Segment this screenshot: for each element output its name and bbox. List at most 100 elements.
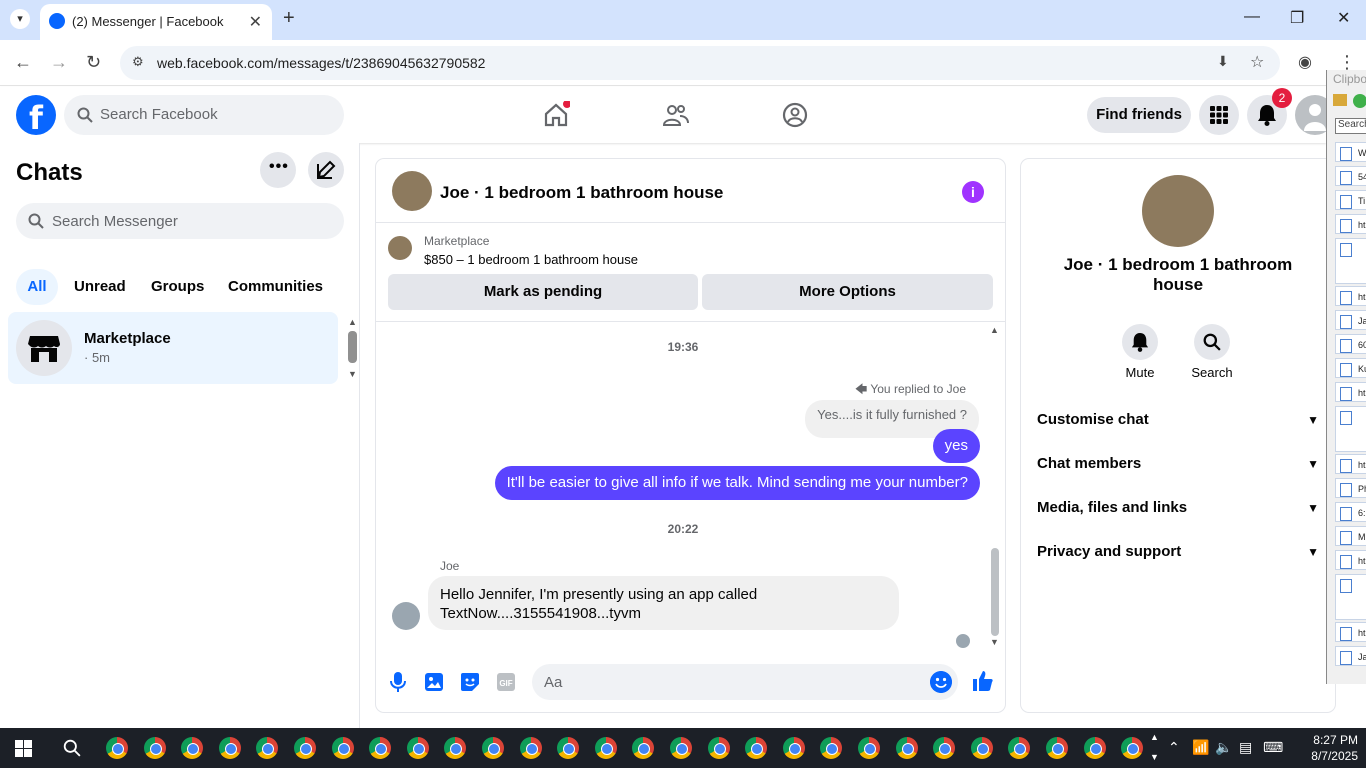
url-text[interactable]: web.facebook.com/messages/t/238690456327… bbox=[157, 55, 485, 71]
clipboard-item[interactable]: ht bbox=[1335, 286, 1366, 306]
bookmark-star-icon[interactable]: ☆ bbox=[1250, 52, 1264, 72]
microphone-icon[interactable] bbox=[390, 671, 406, 693]
friends-icon[interactable] bbox=[662, 101, 690, 129]
browser-tab-messenger[interactable]: (2) Messenger | Facebook ✕ bbox=[40, 4, 272, 40]
clipboard-item[interactable]: M bbox=[1335, 526, 1366, 546]
tray-scroll-down-icon[interactable]: ▼ bbox=[1150, 752, 1159, 762]
mark-as-pending-button[interactable]: Mark as pending bbox=[388, 274, 698, 310]
outgoing-message[interactable]: It'll be easier to give all info if we t… bbox=[494, 466, 980, 500]
chat-info-avatar[interactable] bbox=[1142, 175, 1214, 247]
address-bar[interactable]: ⚙ web.facebook.com/messages/t/2386904563… bbox=[120, 46, 1280, 80]
facebook-search-input[interactable]: Search Facebook bbox=[64, 95, 344, 135]
clipboard-item[interactable]: Ku bbox=[1335, 358, 1366, 378]
more-options-button[interactable]: More Options bbox=[702, 274, 993, 310]
filter-tab-groups[interactable]: Groups bbox=[151, 269, 204, 305]
taskbar-chrome-icon[interactable] bbox=[294, 737, 316, 759]
listing-thumbnail[interactable] bbox=[388, 236, 412, 260]
scroll-up-arrow-icon[interactable]: ▲ bbox=[348, 317, 357, 327]
taskbar-chrome-icon[interactable] bbox=[632, 737, 655, 759]
gif-icon[interactable]: GIF bbox=[496, 672, 516, 692]
chat-list-item[interactable]: Marketplace · 5m bbox=[8, 312, 338, 384]
reload-icon[interactable]: ↻ bbox=[86, 52, 101, 73]
taskbar-chrome-icon[interactable] bbox=[181, 737, 204, 759]
back-icon[interactable]: ← bbox=[14, 52, 32, 73]
clipboard-item[interactable]: Ph bbox=[1335, 478, 1366, 498]
photo-icon[interactable] bbox=[424, 672, 444, 692]
conversation-scrollbar-thumb[interactable] bbox=[991, 548, 999, 636]
outgoing-message[interactable]: yes bbox=[932, 429, 980, 463]
messenger-search-input[interactable]: Search Messenger bbox=[16, 203, 344, 239]
filter-tab-unread[interactable]: Unread bbox=[74, 269, 126, 305]
taskbar-chrome-icon[interactable] bbox=[444, 737, 467, 759]
new-tab-icon[interactable]: + bbox=[283, 7, 295, 30]
clipboard-item[interactable]: ht bbox=[1335, 622, 1366, 642]
taskbar-chrome-icon[interactable] bbox=[820, 737, 843, 759]
conversation-avatar[interactable] bbox=[392, 171, 432, 211]
customise-chat-section[interactable]: Customise chat ▼ bbox=[1037, 406, 1319, 434]
menu-grid-button[interactable] bbox=[1199, 95, 1239, 135]
clipboard-item[interactable]: ht bbox=[1335, 550, 1366, 570]
clipboard-item[interactable]: 54 bbox=[1335, 166, 1366, 186]
taskbar-chrome-icon[interactable] bbox=[218, 737, 241, 759]
clipboard-item[interactable]: Ja bbox=[1335, 310, 1366, 330]
search-in-chat-button[interactable] bbox=[1194, 324, 1230, 360]
close-tab-icon[interactable]: ✕ bbox=[249, 12, 262, 32]
chats-options-button[interactable]: ••• bbox=[260, 152, 296, 188]
keyboard-icon[interactable]: ⌨ bbox=[1263, 739, 1283, 756]
clipboard-item[interactable]: 60 bbox=[1335, 334, 1366, 354]
emoji-icon[interactable] bbox=[930, 671, 952, 693]
profile-icon[interactable]: ◉ bbox=[1298, 52, 1312, 72]
taskbar-chrome-icon[interactable] bbox=[933, 737, 956, 759]
taskbar-chrome-icon[interactable] bbox=[256, 737, 279, 759]
scroll-down-arrow-icon[interactable]: ▼ bbox=[990, 637, 999, 647]
tray-scroll-up-icon[interactable]: ▲ bbox=[1150, 732, 1159, 742]
tab-search-chevron-icon[interactable]: ▾ bbox=[10, 9, 30, 29]
mute-button[interactable] bbox=[1122, 324, 1158, 360]
facebook-logo-icon[interactable]: f bbox=[16, 95, 56, 135]
taskbar-chrome-icon[interactable] bbox=[1083, 737, 1106, 759]
taskbar-chrome-icon[interactable] bbox=[106, 737, 128, 759]
taskbar-chrome-icon[interactable] bbox=[670, 737, 692, 759]
clipboard-item[interactable]: ht bbox=[1335, 382, 1366, 402]
minimize-icon[interactable]: — bbox=[1244, 8, 1260, 26]
scroll-down-arrow-icon[interactable]: ▼ bbox=[348, 369, 357, 379]
volume-icon[interactable]: 🔈 bbox=[1215, 739, 1232, 756]
clipboard-item[interactable]: 6: bbox=[1335, 502, 1366, 522]
taskbar-chrome-icon[interactable] bbox=[143, 737, 166, 759]
clipboard-item[interactable]: Ja bbox=[1335, 646, 1366, 666]
filter-tab-all[interactable]: All bbox=[16, 269, 58, 305]
clipboard-item[interactable]: ht bbox=[1335, 454, 1366, 474]
chat-members-section[interactable]: Chat members ▼ bbox=[1037, 450, 1319, 478]
privacy-support-section[interactable]: Privacy and support ▼ bbox=[1037, 538, 1319, 566]
taskbar-search-icon[interactable] bbox=[63, 739, 81, 757]
clipboard-item[interactable]: Ti bbox=[1335, 190, 1366, 210]
taskbar-chrome-icon[interactable] bbox=[331, 737, 354, 759]
taskbar-chrome-icon[interactable] bbox=[369, 737, 392, 759]
forward-icon[interactable]: → bbox=[50, 52, 68, 73]
taskbar-chrome-icon[interactable] bbox=[1121, 737, 1144, 759]
close-window-icon[interactable]: ✕ bbox=[1337, 8, 1350, 28]
clipboard-item[interactable]: W bbox=[1335, 142, 1366, 162]
windows-start-icon[interactable] bbox=[15, 740, 32, 757]
home-icon[interactable] bbox=[542, 101, 570, 129]
taskbar-chrome-icon[interactable] bbox=[594, 737, 617, 759]
incoming-message[interactable]: Hello Jennifer, I'm presently using an a… bbox=[428, 576, 899, 630]
taskbar-clock[interactable]: 8:27 PM 8/7/2025 bbox=[1304, 732, 1358, 764]
conversation-title[interactable]: Joe · 1 bedroom 1 bathroom house bbox=[440, 183, 723, 203]
taskbar-chrome-icon[interactable] bbox=[707, 737, 730, 759]
sticker-icon[interactable] bbox=[460, 672, 480, 692]
scroll-up-arrow-icon[interactable]: ▲ bbox=[990, 325, 999, 335]
info-icon[interactable]: i bbox=[962, 181, 984, 203]
taskbar-chrome-icon[interactable] bbox=[1046, 737, 1068, 759]
clipboard-item[interactable] bbox=[1335, 574, 1366, 620]
find-friends-button[interactable]: Find friends bbox=[1087, 97, 1191, 133]
taskbar-chrome-icon[interactable] bbox=[895, 737, 918, 759]
media-files-links-section[interactable]: Media, files and links ▼ bbox=[1037, 494, 1319, 522]
clipboard-add-icon[interactable] bbox=[1353, 94, 1366, 108]
listing-title[interactable]: $850 – 1 bedroom 1 bathroom house bbox=[424, 252, 638, 267]
site-info-icon[interactable]: ⚙ bbox=[132, 54, 144, 70]
clipboard-item[interactable]: ht bbox=[1335, 214, 1366, 234]
network-icon[interactable]: 📶 bbox=[1192, 739, 1209, 756]
clipboard-search-input[interactable]: Search bbox=[1335, 118, 1366, 134]
clipboard-window[interactable]: Clipbo Search W 54 Ti ht ht Ja 60 Ku ht ht Ph 6: Mht… bbox=[1326, 70, 1366, 684]
